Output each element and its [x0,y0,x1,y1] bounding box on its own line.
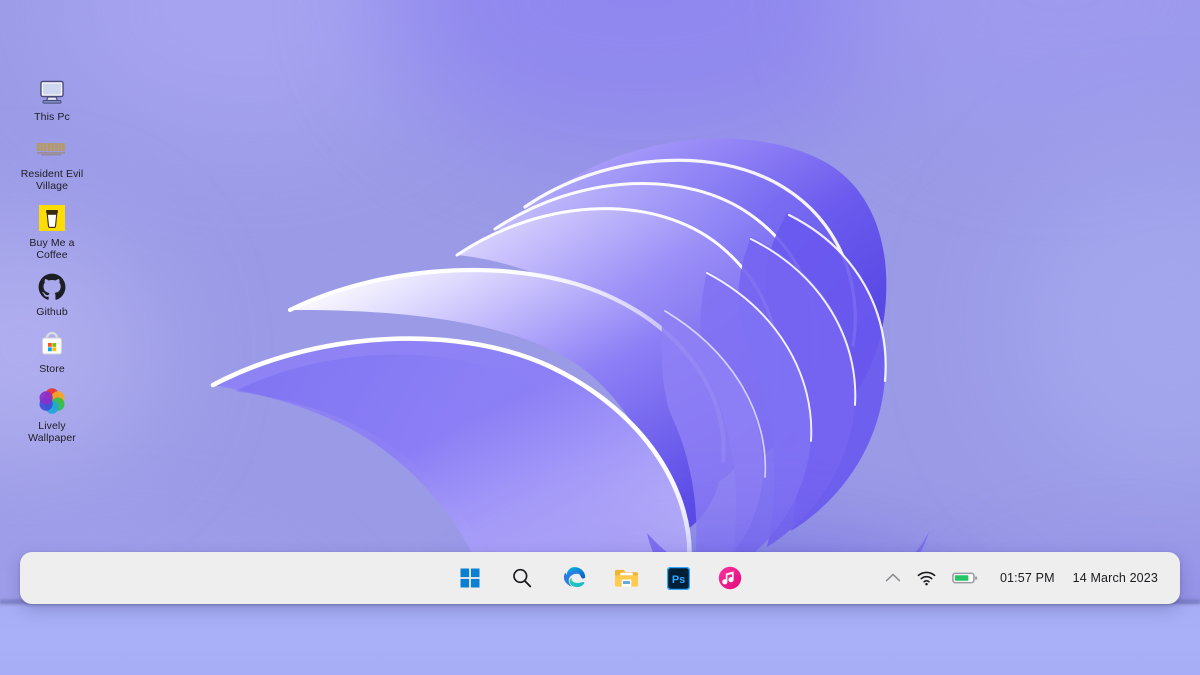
photoshop-button[interactable]: Ps [663,563,693,593]
svg-text:Ps: Ps [671,573,684,585]
desktop-icon-buy-me-a-coffee[interactable]: Buy Me a Coffee [12,198,92,267]
wallpaper-glow [1010,160,1200,490]
windows-logo-icon [460,568,480,588]
battery-icon [952,572,978,584]
network-button[interactable] [909,561,944,595]
search-button[interactable] [507,563,537,593]
search-icon [513,568,532,588]
bloom-wallpaper-art [195,95,929,673]
wifi-icon [917,571,936,585]
file-explorer-button[interactable] [611,563,641,593]
start-button[interactable] [455,563,485,593]
chevron-up-icon [885,573,901,582]
desktop-icon-github[interactable]: Github [12,267,92,324]
microsoft-store-icon [35,328,69,360]
desktop-icon-store[interactable]: Store [12,324,92,381]
edge-icon [563,566,585,587]
monitor-icon [35,76,69,108]
desktop-icon-lively-wallpaper[interactable]: Lively Wallpaper [12,381,92,450]
desktop-icon-resident-evil-village[interactable]: Resident Evil Village [12,129,92,198]
desktop-icon-label: Store [39,363,65,375]
lively-flower-icon [35,385,69,417]
wallpaper-floor [0,604,1200,675]
desktop[interactable]: This Pc Resident Evil Village Buy Me a C… [0,0,1200,675]
wallpaper-glow [850,0,1200,130]
desktop-icon-label: This Pc [34,111,70,123]
desktop-icon-this-pc[interactable]: This Pc [12,72,92,129]
taskbar-time: 01:57 PM [999,571,1055,585]
desktop-icon-label: Lively Wallpaper [28,420,76,444]
desktop-icon-label: Github [36,306,68,318]
music-button[interactable] [715,563,745,593]
taskbar[interactable]: Ps 01:57 PM 14 March 2023 [20,552,1180,604]
system-tray: 01:57 PM 14 March 2023 [877,561,1166,595]
music-note-icon [718,566,742,590]
desktop-icon-list: This Pc Resident Evil Village Buy Me a C… [12,72,92,450]
folder-icon [614,569,638,587]
wallpaper-glow [380,0,900,150]
clock-and-date[interactable]: 01:57 PM 14 March 2023 [986,571,1166,585]
taskbar-date: 14 March 2023 [1072,571,1158,585]
github-icon [35,271,69,303]
wallpaper-glow [40,0,460,140]
village-logo-icon [35,133,69,165]
photoshop-icon: Ps [666,566,690,590]
edge-button[interactable] [559,563,589,593]
show-hidden-icons-button[interactable] [877,561,909,595]
desktop-icon-label: Resident Evil Village [20,168,84,192]
coffee-cup-icon [35,202,69,234]
battery-button[interactable] [944,561,986,595]
desktop-icon-label: Buy Me a Coffee [29,237,75,261]
